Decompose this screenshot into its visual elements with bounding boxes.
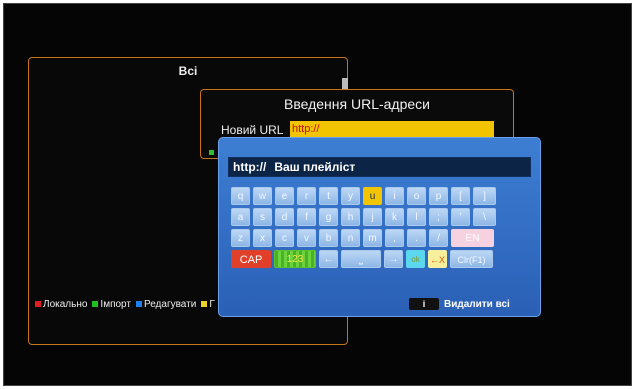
key-a[interactable]: a	[231, 208, 250, 226]
clear-button[interactable]: Clr(F1)	[450, 250, 493, 268]
key-r[interactable]: r	[297, 187, 316, 205]
blue-square-icon	[135, 301, 142, 307]
delete-all-label: Видалити всі	[444, 298, 510, 310]
typed-text: Ваш плейліст	[274, 160, 356, 174]
key-grid: q w e r t y u i o p [ ] a s d f g h j k …	[231, 187, 531, 271]
url-input[interactable]: http://	[290, 121, 494, 137]
info-icon: i	[409, 298, 439, 310]
numbers-mode-button[interactable]: 123	[274, 250, 316, 268]
url-prefix: http://	[233, 160, 267, 174]
legend-edit[interactable]: Редагувати	[135, 299, 196, 310]
key-row-4: CAP 123 ← ⎵ → ok ←X Clr(F1)	[231, 250, 531, 268]
key-i[interactable]: i	[385, 187, 404, 205]
caps-lock-button[interactable]: CAP	[231, 250, 271, 268]
key-d[interactable]: d	[275, 208, 294, 226]
yellow-square-icon	[201, 301, 208, 307]
key-p[interactable]: p	[429, 187, 448, 205]
key-e[interactable]: e	[275, 187, 294, 205]
key-f[interactable]: f	[297, 208, 316, 226]
space-button[interactable]: ⎵	[341, 250, 381, 268]
key-left-bracket[interactable]: [	[451, 187, 470, 205]
key-period[interactable]: .	[407, 229, 426, 247]
key-apostrophe[interactable]: '	[451, 208, 470, 226]
key-z[interactable]: z	[231, 229, 250, 247]
delete-all-hint[interactable]: i Видалити всі	[409, 298, 510, 310]
key-backslash[interactable]: \	[473, 208, 496, 226]
keyboard-text-field[interactable]: http:// Ваш плейліст	[228, 157, 531, 177]
key-right-bracket[interactable]: ]	[473, 187, 496, 205]
onscreen-keyboard: http:// Ваш плейліст q w e r t y u i o p …	[218, 137, 541, 317]
key-b[interactable]: b	[319, 229, 338, 247]
legend-import[interactable]: Імпорт	[92, 299, 131, 310]
key-w[interactable]: w	[253, 187, 272, 205]
legend-local[interactable]: Локально	[35, 299, 87, 310]
key-q[interactable]: q	[231, 187, 250, 205]
key-n[interactable]: n	[341, 229, 360, 247]
key-h[interactable]: h	[341, 208, 360, 226]
key-semicolon[interactable]: ;	[429, 208, 448, 226]
key-row-1: q w e r t y u i o p [ ]	[231, 187, 531, 205]
key-l[interactable]: l	[407, 208, 426, 226]
color-legend: Локально Імпорт Редагувати Г	[35, 299, 215, 310]
language-en-button[interactable]: EN	[451, 229, 494, 247]
key-o[interactable]: o	[407, 187, 426, 205]
key-m[interactable]: m	[363, 229, 382, 247]
cursor-left-button[interactable]: ←	[319, 250, 338, 268]
key-row-3: z x c v b n m , . / EN	[231, 229, 531, 247]
key-u[interactable]: u	[363, 187, 382, 205]
backspace-button[interactable]: ←X	[428, 250, 447, 268]
key-x[interactable]: x	[253, 229, 272, 247]
ok-button[interactable]: ok	[406, 250, 425, 268]
green-indicator-icon	[209, 150, 214, 155]
key-c[interactable]: c	[275, 229, 294, 247]
key-t[interactable]: t	[319, 187, 338, 205]
key-s[interactable]: s	[253, 208, 272, 226]
tv-screen: Всі Локально Імпорт Редагувати Г Введенн…	[3, 3, 632, 386]
key-row-2: a s d f g h j k l ; ' \	[231, 208, 531, 226]
key-y[interactable]: y	[341, 187, 360, 205]
cursor-right-button[interactable]: →	[384, 250, 403, 268]
url-label: Новий URL	[221, 123, 284, 137]
green-square-icon	[92, 301, 99, 307]
dialog-title: Введення URL-адреси	[283, 96, 430, 112]
legend-yellow[interactable]: Г	[201, 299, 215, 310]
key-slash[interactable]: /	[429, 229, 448, 247]
panel-title: Всі	[178, 64, 198, 78]
key-k[interactable]: k	[385, 208, 404, 226]
key-j[interactable]: j	[363, 208, 382, 226]
key-comma[interactable]: ,	[385, 229, 404, 247]
red-square-icon	[35, 301, 41, 307]
key-v[interactable]: v	[297, 229, 316, 247]
key-g[interactable]: g	[319, 208, 338, 226]
